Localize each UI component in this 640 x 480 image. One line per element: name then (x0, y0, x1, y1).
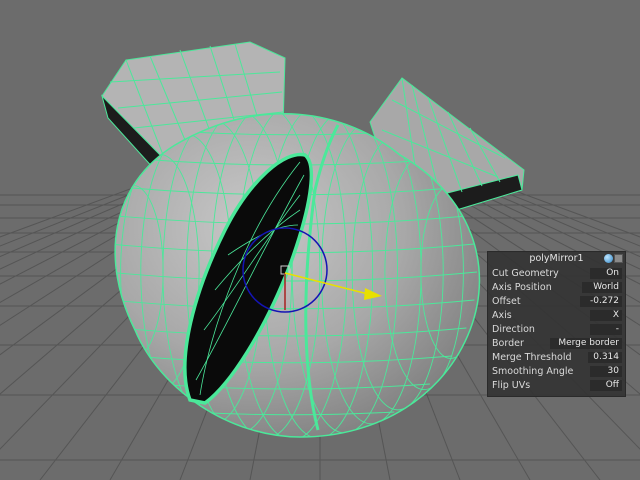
row-label: Offset (492, 295, 521, 307)
row-label: Smoothing Angle (492, 365, 574, 377)
row-smoothing-angle[interactable]: Smoothing Angle 30 (488, 364, 625, 378)
row-label: Flip UVs (492, 379, 531, 391)
row-value[interactable]: -0.272 (580, 295, 622, 307)
row-label: Axis (492, 309, 512, 321)
panel-title: polyMirror1 (529, 253, 584, 264)
scene-canvas[interactable] (0, 0, 640, 480)
row-flip-uvs[interactable]: Flip UVs Off (488, 378, 625, 392)
close-icon[interactable] (614, 254, 623, 263)
viewport-3d[interactable]: polyMirror1 Cut Geometry On Axis Positio… (0, 0, 640, 480)
row-label: Cut Geometry (492, 267, 559, 279)
row-axis[interactable]: Axis X (488, 308, 625, 322)
poly-mirror-panel[interactable]: polyMirror1 Cut Geometry On Axis Positio… (487, 251, 626, 397)
panel-title-bar[interactable]: polyMirror1 (488, 252, 625, 266)
row-value[interactable]: X (590, 309, 622, 321)
row-label: Merge Threshold (492, 351, 572, 363)
row-offset[interactable]: Offset -0.272 (488, 294, 625, 308)
row-merge-threshold[interactable]: Merge Threshold 0.314 (488, 350, 625, 364)
row-value[interactable]: 0.314 (588, 351, 622, 363)
row-value[interactable]: - (590, 323, 622, 335)
row-axis-position[interactable]: Axis Position World (488, 280, 625, 294)
row-cut-geometry[interactable]: Cut Geometry On (488, 266, 625, 280)
row-value[interactable]: 30 (590, 365, 622, 377)
row-label: Axis Position (492, 281, 552, 293)
row-label: Border (492, 337, 524, 349)
row-border[interactable]: Border Merge border (488, 336, 625, 350)
help-icon[interactable] (604, 254, 613, 263)
row-value[interactable]: On (590, 267, 622, 279)
row-direction[interactable]: Direction - (488, 322, 625, 336)
row-value[interactable]: World (582, 281, 622, 293)
row-label: Direction (492, 323, 535, 335)
row-value[interactable]: Off (590, 379, 622, 391)
row-value[interactable]: Merge border (550, 337, 622, 349)
